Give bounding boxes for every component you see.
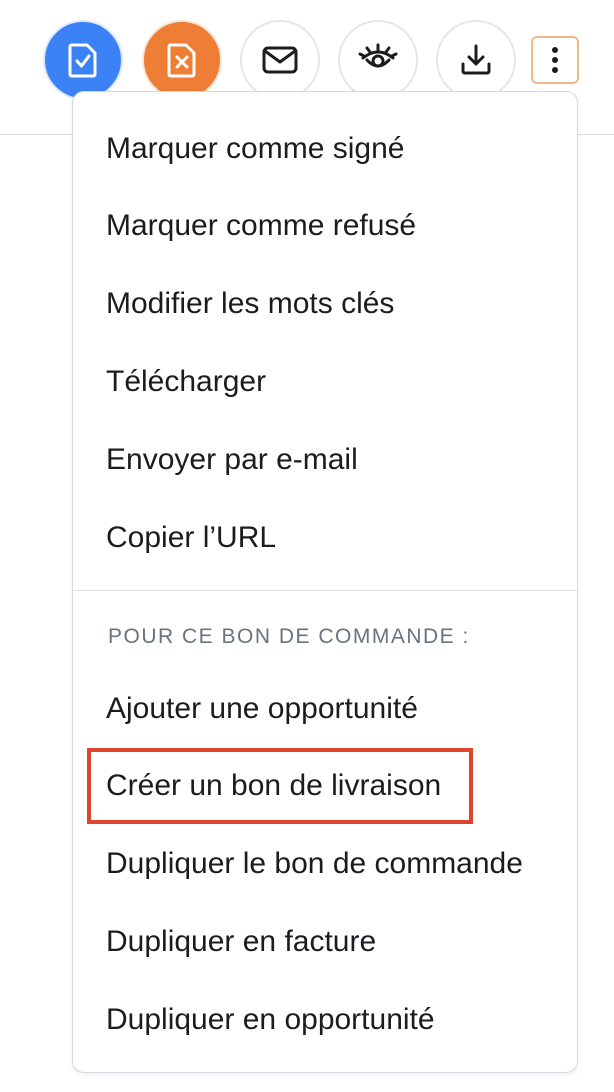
mark-signed-button[interactable] (43, 20, 123, 100)
menu-item-send-email[interactable]: Envoyer par e-mail (106, 440, 358, 480)
mark-refused-button[interactable] (142, 20, 222, 100)
menu-item-create-delivery-note[interactable]: Créer un bon de livraison (106, 766, 441, 806)
menu-divider (73, 590, 577, 591)
download-icon (461, 44, 491, 75)
more-vertical-icon (552, 47, 558, 73)
menu-item-duplicate-order[interactable]: Dupliquer le bon de commande (106, 844, 523, 884)
menu-item-download[interactable]: Télécharger (106, 362, 266, 402)
more-options-button[interactable] (531, 36, 579, 84)
mail-icon (262, 46, 298, 74)
eye-icon (358, 43, 398, 68)
menu-section-label: POUR CE BON DE COMMANDE : (108, 625, 470, 648)
menu-item-copy-url[interactable]: Copier l’URL (106, 518, 276, 558)
actions-dropdown-menu: Marquer comme signé Marquer comme refusé… (72, 91, 578, 1073)
menu-item-duplicate-as-opportunity[interactable]: Dupliquer en opportunité (106, 1000, 435, 1040)
preview-button[interactable] (338, 20, 418, 100)
menu-item-mark-refused[interactable]: Marquer comme refusé (106, 206, 416, 246)
menu-item-mark-signed[interactable]: Marquer comme signé (106, 129, 404, 169)
download-button[interactable] (436, 20, 516, 100)
send-email-button[interactable] (240, 20, 320, 100)
menu-item-duplicate-as-invoice[interactable]: Dupliquer en facture (106, 922, 376, 962)
document-x-icon (167, 43, 196, 78)
document-check-icon (68, 43, 97, 78)
menu-item-edit-keywords[interactable]: Modifier les mots clés (106, 284, 394, 324)
menu-item-add-opportunity[interactable]: Ajouter une opportunité (106, 689, 418, 729)
